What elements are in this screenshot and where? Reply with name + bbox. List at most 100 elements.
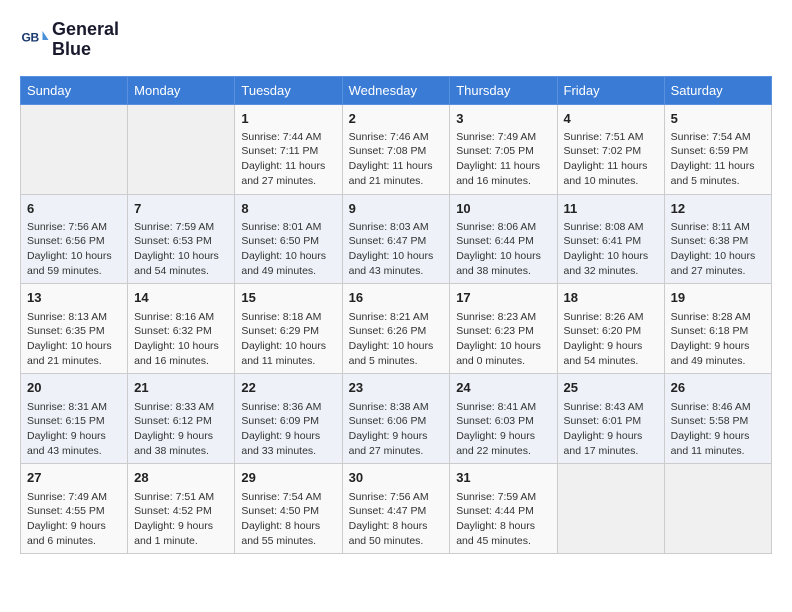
- calendar-week-row: 1 Sunrise: 7:44 AM Sunset: 7:11 PM Daylig…: [21, 104, 772, 194]
- calendar-cell: 17 Sunrise: 8:23 AM Sunset: 6:23 PM Dayli…: [450, 284, 557, 374]
- weekday-header: Sunday: [21, 76, 128, 104]
- calendar-cell: 28 Sunrise: 7:51 AM Sunset: 4:52 PM Dayli…: [128, 464, 235, 554]
- day-detail: Sunrise: 8:06 AM Sunset: 6:44 PM Dayligh…: [456, 220, 550, 279]
- day-number: 28: [134, 469, 228, 487]
- day-number: 18: [564, 289, 658, 307]
- calendar-cell: 31 Sunrise: 7:59 AM Sunset: 4:44 PM Dayli…: [450, 464, 557, 554]
- weekday-header: Friday: [557, 76, 664, 104]
- calendar-cell: 8 Sunrise: 8:01 AM Sunset: 6:50 PM Daylig…: [235, 194, 342, 284]
- weekday-header: Wednesday: [342, 76, 450, 104]
- day-detail: Sunrise: 8:41 AM Sunset: 6:03 PM Dayligh…: [456, 400, 550, 459]
- day-detail: Sunrise: 8:43 AM Sunset: 6:01 PM Dayligh…: [564, 400, 658, 459]
- day-number: 15: [241, 289, 335, 307]
- calendar-cell: 20Sunrise: 8:31 AM Sunset: 6:15 PM Dayli…: [21, 374, 128, 464]
- day-number: 27: [27, 469, 121, 487]
- calendar-cell: 23Sunrise: 8:38 AM Sunset: 6:06 PM Dayli…: [342, 374, 450, 464]
- day-detail: Sunrise: 7:56 AM Sunset: 4:47 PM Dayligh…: [349, 490, 444, 549]
- day-number: 6: [27, 200, 121, 218]
- day-number: 9: [349, 200, 444, 218]
- calendar-week-row: 20Sunrise: 8:31 AM Sunset: 6:15 PM Dayli…: [21, 374, 772, 464]
- calendar-cell: 11Sunrise: 8:08 AM Sunset: 6:41 PM Dayli…: [557, 194, 664, 284]
- calendar-cell: 18Sunrise: 8:26 AM Sunset: 6:20 PM Dayli…: [557, 284, 664, 374]
- page-header: G B General Blue: [20, 20, 772, 60]
- day-detail: Sunrise: 8:01 AM Sunset: 6:50 PM Dayligh…: [241, 220, 335, 279]
- day-number: 19: [671, 289, 765, 307]
- day-detail: Sunrise: 7:56 AM Sunset: 6:56 PM Dayligh…: [27, 220, 121, 279]
- day-number: 2: [349, 110, 444, 128]
- calendar-week-row: 6 Sunrise: 7:56 AM Sunset: 6:56 PM Daylig…: [21, 194, 772, 284]
- weekday-header: Saturday: [664, 76, 771, 104]
- day-detail: Sunrise: 8:16 AM Sunset: 6:32 PM Dayligh…: [134, 310, 228, 369]
- day-number: 31: [456, 469, 550, 487]
- calendar-cell: 7Sunrise: 7:59 AM Sunset: 6:53 PM Daylig…: [128, 194, 235, 284]
- calendar-cell: 14 Sunrise: 8:16 AM Sunset: 6:32 PM Dayli…: [128, 284, 235, 374]
- calendar-cell: [664, 464, 771, 554]
- calendar-table: SundayMondayTuesdayWednesdayThursdayFrid…: [20, 76, 772, 555]
- calendar-cell: 13 Sunrise: 8:13 AM Sunset: 6:35 PM Dayli…: [21, 284, 128, 374]
- day-number: 24: [456, 379, 550, 397]
- day-number: 29: [241, 469, 335, 487]
- day-detail: Sunrise: 7:51 AM Sunset: 4:52 PM Dayligh…: [134, 490, 228, 549]
- day-number: 26: [671, 379, 765, 397]
- day-detail: Sunrise: 8:21 AM Sunset: 6:26 PM Dayligh…: [349, 310, 444, 369]
- day-detail: Sunrise: 7:51 AM Sunset: 7:02 PM Dayligh…: [564, 130, 658, 189]
- day-number: 11: [564, 200, 658, 218]
- calendar-week-row: 27 Sunrise: 7:49 AM Sunset: 4:55 PM Dayli…: [21, 464, 772, 554]
- day-detail: Sunrise: 7:49 AM Sunset: 7:05 PM Dayligh…: [456, 130, 550, 189]
- calendar-cell: 10 Sunrise: 8:06 AM Sunset: 6:44 PM Dayli…: [450, 194, 557, 284]
- day-number: 14: [134, 289, 228, 307]
- day-detail: Sunrise: 8:18 AM Sunset: 6:29 PM Dayligh…: [241, 310, 335, 369]
- day-number: 30: [349, 469, 444, 487]
- calendar-cell: 2 Sunrise: 7:46 AM Sunset: 7:08 PM Daylig…: [342, 104, 450, 194]
- weekday-header: Monday: [128, 76, 235, 104]
- calendar-cell: 3 Sunrise: 7:49 AM Sunset: 7:05 PM Daylig…: [450, 104, 557, 194]
- logo-icon: G B: [20, 25, 50, 55]
- calendar-cell: 29 Sunrise: 7:54 AM Sunset: 4:50 PM Dayli…: [235, 464, 342, 554]
- day-number: 3: [456, 110, 550, 128]
- calendar-cell: 30 Sunrise: 7:56 AM Sunset: 4:47 PM Dayli…: [342, 464, 450, 554]
- calendar-cell: 4 Sunrise: 7:51 AM Sunset: 7:02 PM Daylig…: [557, 104, 664, 194]
- day-detail: Sunrise: 7:54 AM Sunset: 4:50 PM Dayligh…: [241, 490, 335, 549]
- day-detail: Sunrise: 7:46 AM Sunset: 7:08 PM Dayligh…: [349, 130, 444, 189]
- day-detail: Sunrise: 8:11 AM Sunset: 6:38 PM Dayligh…: [671, 220, 765, 279]
- day-number: 7: [134, 200, 228, 218]
- day-detail: Sunrise: 7:54 AM Sunset: 6:59 PM Dayligh…: [671, 130, 765, 189]
- day-detail: Sunrise: 8:46 AM Sunset: 5:58 PM Dayligh…: [671, 400, 765, 459]
- calendar-header-row: SundayMondayTuesdayWednesdayThursdayFrid…: [21, 76, 772, 104]
- calendar-body: 1 Sunrise: 7:44 AM Sunset: 7:11 PM Daylig…: [21, 104, 772, 554]
- day-detail: Sunrise: 7:59 AM Sunset: 4:44 PM Dayligh…: [456, 490, 550, 549]
- day-detail: Sunrise: 7:44 AM Sunset: 7:11 PM Dayligh…: [241, 130, 335, 189]
- day-detail: Sunrise: 8:03 AM Sunset: 6:47 PM Dayligh…: [349, 220, 444, 279]
- calendar-cell: 9 Sunrise: 8:03 AM Sunset: 6:47 PM Daylig…: [342, 194, 450, 284]
- day-number: 21: [134, 379, 228, 397]
- svg-text:G: G: [22, 30, 31, 44]
- day-detail: Sunrise: 8:23 AM Sunset: 6:23 PM Dayligh…: [456, 310, 550, 369]
- weekday-header: Thursday: [450, 76, 557, 104]
- day-number: 8: [241, 200, 335, 218]
- calendar-cell: 1 Sunrise: 7:44 AM Sunset: 7:11 PM Daylig…: [235, 104, 342, 194]
- calendar-cell: [21, 104, 128, 194]
- calendar-week-row: 13 Sunrise: 8:13 AM Sunset: 6:35 PM Dayli…: [21, 284, 772, 374]
- svg-text:B: B: [31, 30, 40, 44]
- logo-text: General Blue: [52, 20, 119, 60]
- day-number: 4: [564, 110, 658, 128]
- day-number: 10: [456, 200, 550, 218]
- calendar-cell: 16Sunrise: 8:21 AM Sunset: 6:26 PM Dayli…: [342, 284, 450, 374]
- day-number: 22: [241, 379, 335, 397]
- day-number: 17: [456, 289, 550, 307]
- calendar-cell: [128, 104, 235, 194]
- day-number: 13: [27, 289, 121, 307]
- day-number: 25: [564, 379, 658, 397]
- day-number: 1: [241, 110, 335, 128]
- weekday-header: Tuesday: [235, 76, 342, 104]
- day-number: 12: [671, 200, 765, 218]
- calendar-cell: [557, 464, 664, 554]
- calendar-cell: 22Sunrise: 8:36 AM Sunset: 6:09 PM Dayli…: [235, 374, 342, 464]
- day-number: 5: [671, 110, 765, 128]
- day-detail: Sunrise: 7:49 AM Sunset: 4:55 PM Dayligh…: [27, 490, 121, 549]
- day-number: 20: [27, 379, 121, 397]
- day-number: 23: [349, 379, 444, 397]
- calendar-cell: 6 Sunrise: 7:56 AM Sunset: 6:56 PM Daylig…: [21, 194, 128, 284]
- day-detail: Sunrise: 8:13 AM Sunset: 6:35 PM Dayligh…: [27, 310, 121, 369]
- calendar-cell: 26 Sunrise: 8:46 AM Sunset: 5:58 PM Dayli…: [664, 374, 771, 464]
